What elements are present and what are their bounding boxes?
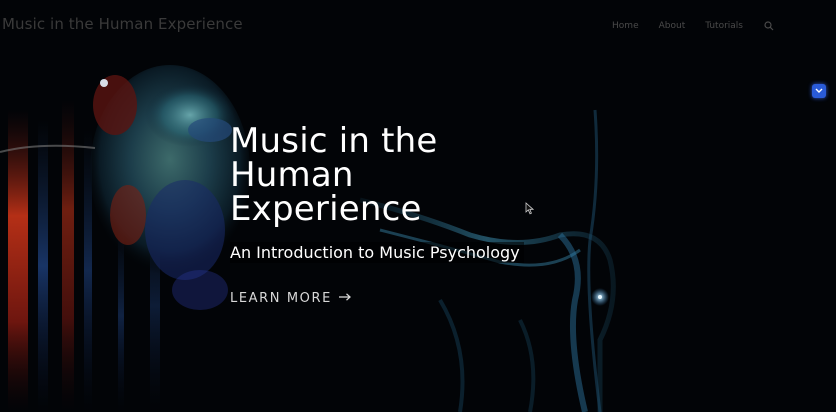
site-title[interactable]: Music in the Human Experience bbox=[2, 15, 243, 33]
nav-item-home[interactable]: Home bbox=[612, 21, 639, 31]
nav-item-tutorials[interactable]: Tutorials bbox=[705, 21, 743, 31]
extension-badge-icon[interactable] bbox=[812, 84, 826, 98]
hero-subtitle: An Introduction to Music Psychology bbox=[230, 242, 524, 263]
main-nav: Home About Tutorials bbox=[612, 20, 774, 31]
hero-section: Music in the Human Experience An Introdu… bbox=[230, 124, 524, 306]
arrow-right-icon bbox=[338, 291, 352, 306]
search-icon[interactable] bbox=[763, 20, 774, 31]
mouse-cursor-icon bbox=[525, 200, 535, 219]
learn-more-label: LEARN MORE bbox=[230, 291, 332, 306]
page: Music in the Human Experience Home About… bbox=[0, 0, 836, 412]
nav-item-about[interactable]: About bbox=[659, 21, 686, 31]
hero-title: Music in the Human Experience bbox=[230, 121, 438, 229]
learn-more-button[interactable]: LEARN MORE bbox=[230, 291, 524, 306]
